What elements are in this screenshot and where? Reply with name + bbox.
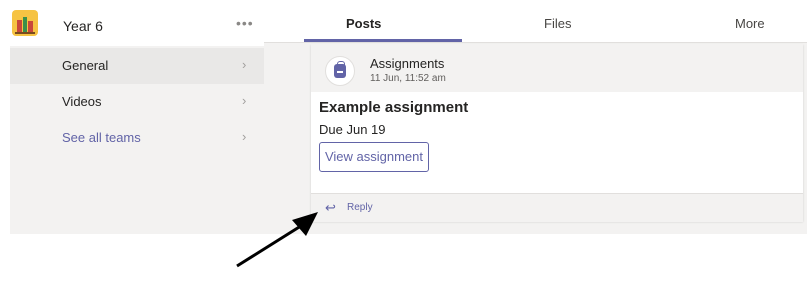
sidebar-item-see-all-teams[interactable]: See all teams › xyxy=(10,120,264,156)
reply-arrow-icon: ↩ xyxy=(325,200,336,215)
assignment-due-date: Due Jun 19 xyxy=(319,122,386,137)
tab-more[interactable]: More xyxy=(735,16,765,31)
sidebar-item-label: See all teams xyxy=(62,130,141,145)
view-assignment-button[interactable]: View assignment xyxy=(319,142,429,172)
assignment-title: Example assignment xyxy=(319,99,469,116)
posts-feed: Assignments 11 Jun, 11:52 am Example ass… xyxy=(264,43,807,234)
team-header[interactable]: Year 6 ••• xyxy=(10,6,264,46)
post-header: Assignments 11 Jun, 11:52 am xyxy=(311,44,803,92)
reply-label: Reply xyxy=(347,202,373,213)
active-tab-indicator xyxy=(304,39,462,42)
backpack-icon xyxy=(325,56,355,86)
sidebar-item-label: General xyxy=(62,58,109,73)
post-body: Example assignment Due Jun 19 View assig… xyxy=(311,92,803,180)
bookshelf-icon xyxy=(12,10,38,36)
post-timestamp: 11 Jun, 11:52 am xyxy=(370,73,446,84)
team-sidebar: Year 6 ••• General › Videos › See all te… xyxy=(10,6,264,234)
reply-button[interactable]: ↩ Reply xyxy=(311,193,803,222)
tab-files[interactable]: Files xyxy=(544,16,571,31)
sidebar-item-general[interactable]: General › xyxy=(10,48,264,84)
chevron-right-icon: › xyxy=(242,93,247,108)
team-name[interactable]: Year 6 xyxy=(63,18,103,34)
tab-posts[interactable]: Posts xyxy=(346,16,381,31)
sidebar-item-label: Videos xyxy=(62,94,102,109)
chevron-right-icon: › xyxy=(242,57,247,72)
channel-tabs: Posts Files More xyxy=(264,6,807,43)
post-author: Assignments xyxy=(370,56,445,71)
sidebar-item-videos[interactable]: Videos › xyxy=(10,84,264,120)
assignment-post-card: Assignments 11 Jun, 11:52 am Example ass… xyxy=(311,44,803,222)
more-options-icon[interactable]: ••• xyxy=(236,15,254,31)
chevron-right-icon: › xyxy=(242,129,247,144)
